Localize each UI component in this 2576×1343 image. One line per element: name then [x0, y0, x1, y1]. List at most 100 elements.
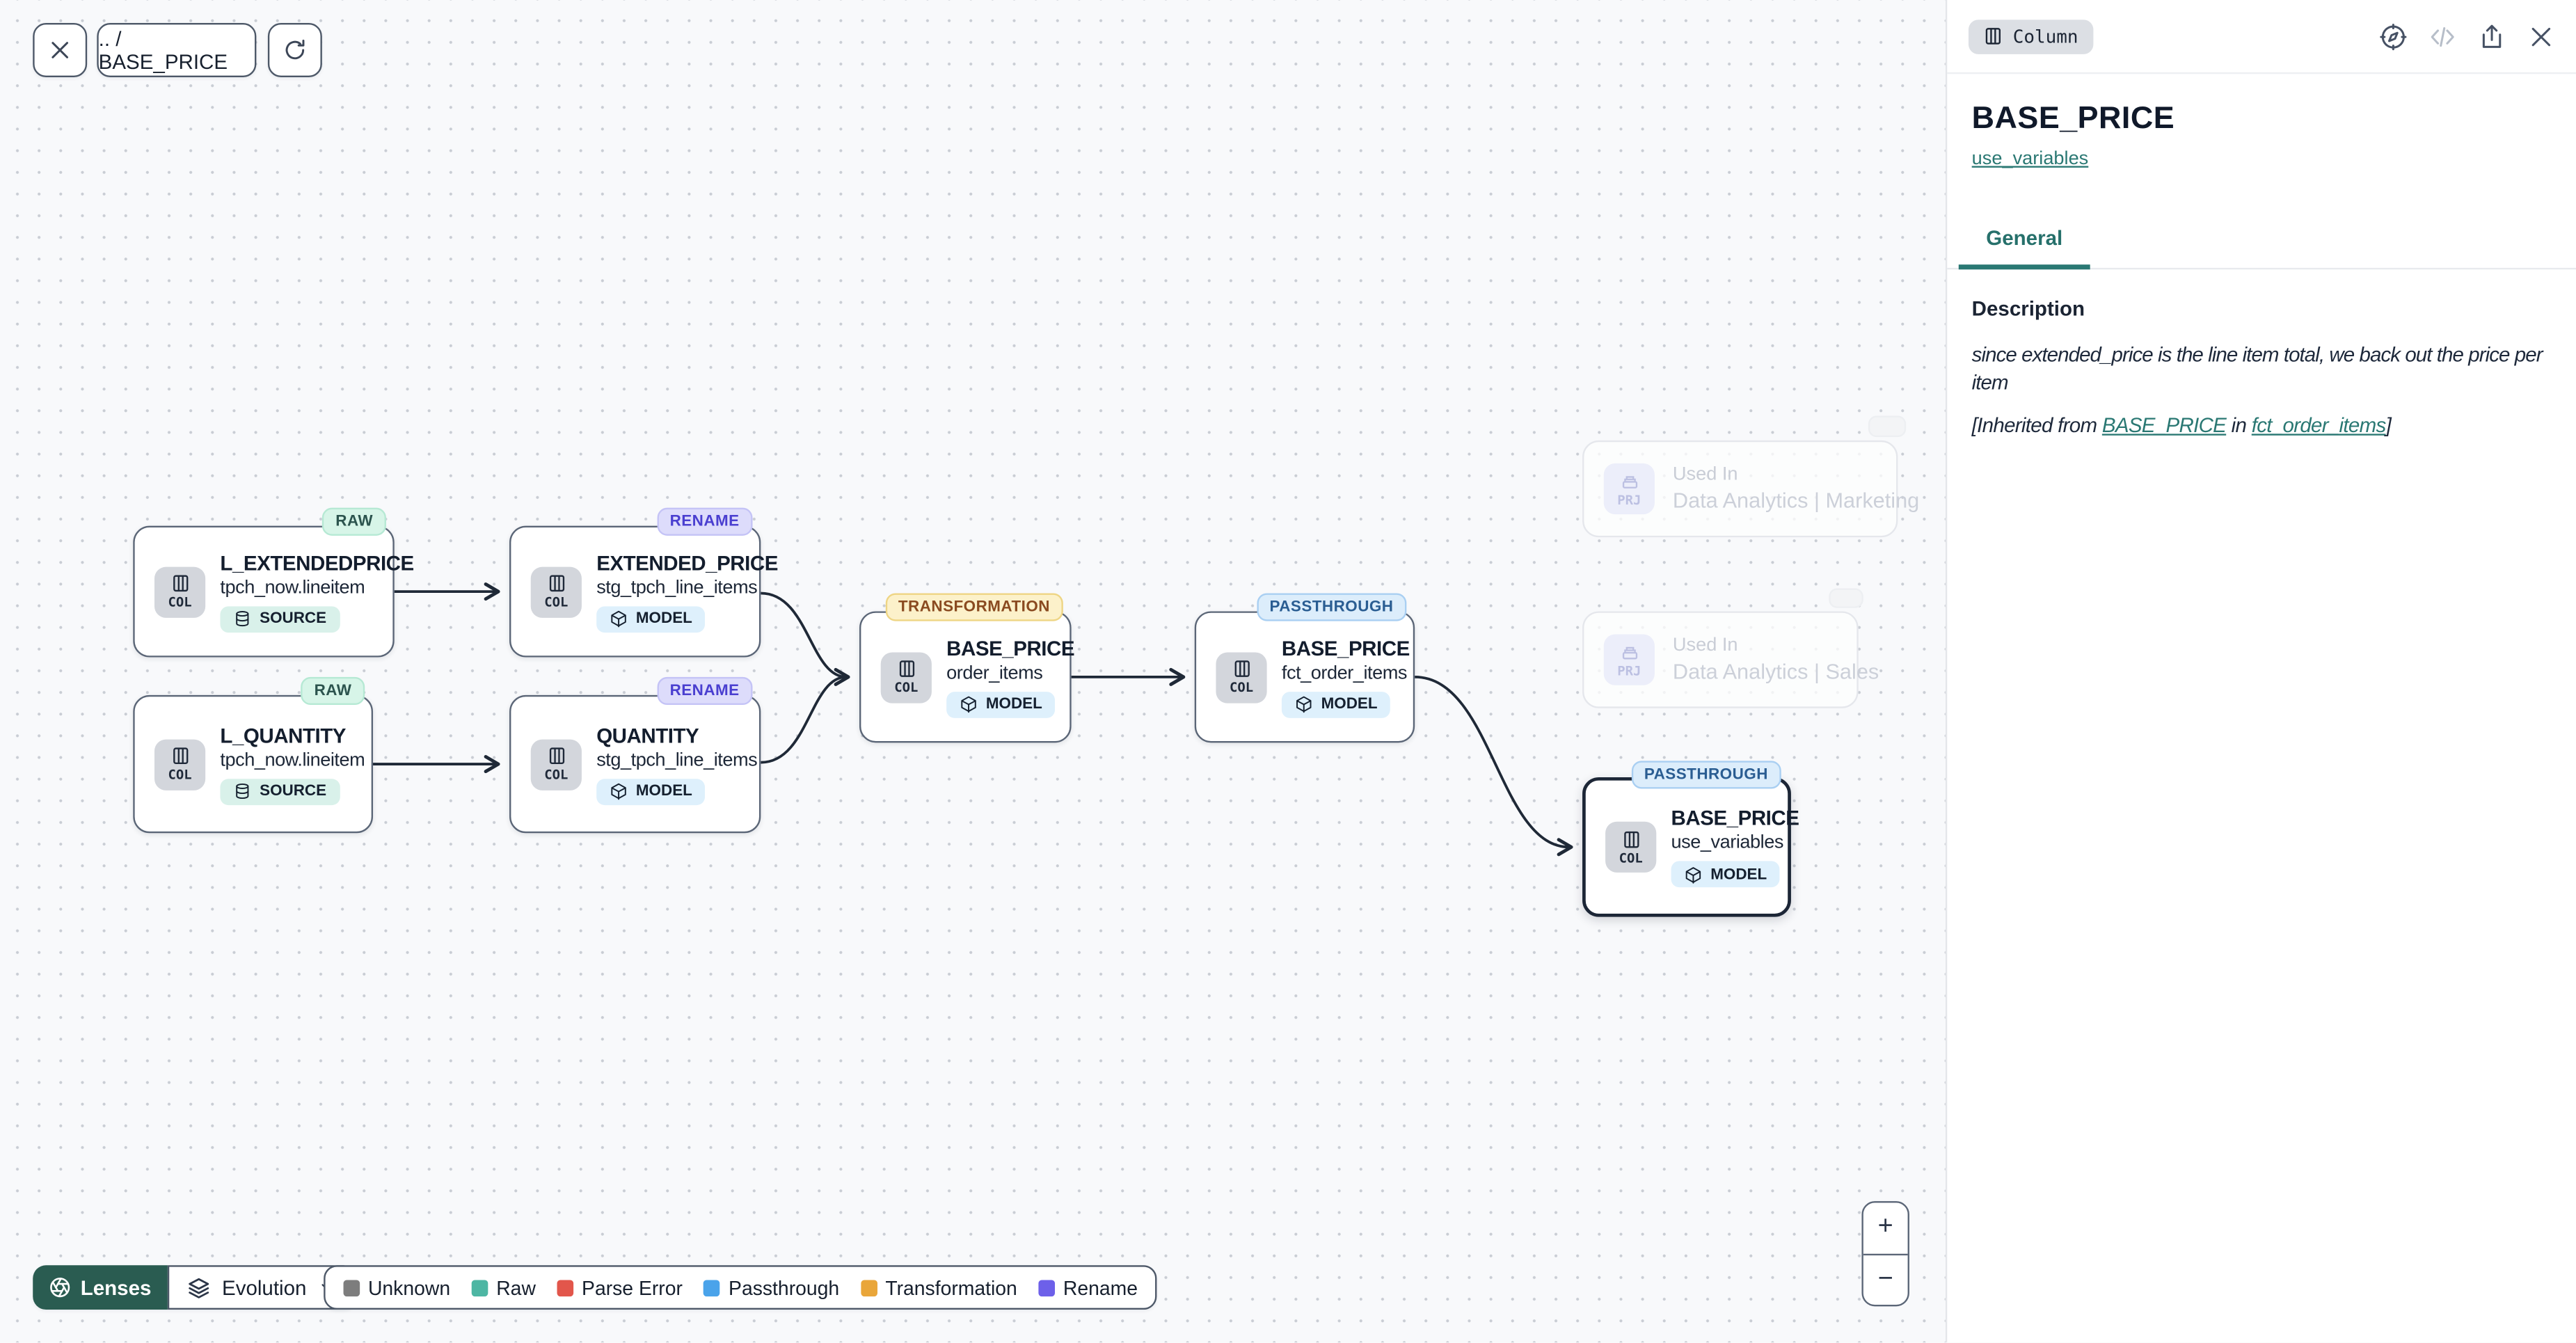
- inherited-model-link[interactable]: fct_order_items: [2252, 413, 2386, 436]
- node-subtitle: tpch_now.lineitem: [220, 578, 392, 597]
- ghost-node-label: Used In: [1673, 636, 1879, 655]
- legend-item-parse-error: Parse Error: [557, 1276, 683, 1299]
- project-type-icon: PRJ: [1604, 463, 1655, 514]
- ghost-badge: [1868, 415, 1906, 437]
- lenses-button[interactable]: Lenses: [33, 1265, 168, 1310]
- node-title: EXTENDED_PRICE: [596, 551, 759, 574]
- zoom-out-button[interactable]: −: [1863, 1253, 1908, 1305]
- node-subtitle: use_variables: [1671, 833, 1788, 852]
- zoom-controls: + −: [1861, 1201, 1909, 1306]
- lineage-node-l-extendedprice[interactable]: RAW COL L_EXTENDEDPRICE tpch_now.lineite…: [133, 526, 394, 658]
- legend-swatch: [1039, 1279, 1056, 1296]
- lineage-type-badge: RAW: [301, 677, 365, 705]
- model-cube-icon: [1295, 695, 1313, 713]
- project-type-icon: PRJ: [1604, 635, 1655, 685]
- legend-swatch: [344, 1279, 360, 1296]
- panel-tabs: General: [1947, 212, 2576, 270]
- share-icon[interactable]: [2478, 22, 2506, 50]
- ghost-node-used-in-sales[interactable]: PRJ Used In Data Analytics | Sales: [1582, 611, 1859, 708]
- lineage-node-extended-price[interactable]: RENAME COL EXTENDED_PRICE stg_tpch_line_…: [509, 526, 761, 658]
- column-icon: [170, 573, 189, 593]
- close-panel-icon[interactable]: [2527, 22, 2555, 50]
- legend-item-passthrough: Passthrough: [704, 1276, 840, 1299]
- column-icon: [896, 659, 916, 678]
- model-cube-icon: [960, 695, 978, 713]
- lineage-canvas[interactable]: .. / BASE_PRICE PRJ Used In Data Analyti…: [0, 0, 1946, 1343]
- node-title: BASE_PRICE: [946, 637, 1070, 660]
- lineage-type-badge: PASSTHROUGH: [1257, 593, 1407, 621]
- legend-swatch: [472, 1279, 488, 1296]
- breadcrumb[interactable]: .. / BASE_PRICE: [97, 23, 256, 77]
- node-title: BASE_PRICE: [1282, 637, 1410, 660]
- model-cube-icon: [610, 782, 628, 800]
- lenses-bar: Lenses Evolution: [33, 1265, 356, 1310]
- ghost-node-label: Used In: [1673, 465, 1919, 484]
- tab-general[interactable]: General: [1959, 212, 2090, 268]
- close-icon: [47, 38, 72, 62]
- lineage-node-quantity[interactable]: RENAME COL QUANTITY stg_tpch_line_items …: [509, 695, 761, 833]
- lineage-node-base-price-fct-order-items[interactable]: PASSTHROUGH COL BASE_PRICE fct_order_ite…: [1195, 611, 1415, 742]
- lineage-type-badge: RENAME: [657, 508, 753, 536]
- column-icon: [546, 746, 566, 765]
- legend-swatch: [704, 1279, 721, 1296]
- node-kind-badge: MODEL: [596, 605, 706, 632]
- compass-icon[interactable]: [2379, 22, 2407, 50]
- node-kind-badge: SOURCE: [220, 778, 340, 804]
- node-title: L_EXTENDEDPRICE: [220, 551, 392, 574]
- refresh-button[interactable]: [268, 23, 322, 77]
- column-type-icon: COL: [881, 651, 932, 702]
- entity-type-badge: Column: [1969, 19, 2093, 54]
- model-cube-icon: [610, 610, 628, 628]
- ghost-node-name: Data Analytics | Sales: [1673, 659, 1879, 683]
- node-subtitle: tpch_now.lineitem: [220, 750, 365, 770]
- legend-item-transformation: Transformation: [861, 1276, 1017, 1299]
- lineage-type-badge: RAW: [322, 508, 386, 536]
- database-icon: [233, 782, 251, 800]
- node-kind-badge: MODEL: [1282, 691, 1391, 717]
- node-kind-badge: MODEL: [946, 691, 1056, 717]
- description-text: since extended_price is the line item to…: [1972, 342, 2547, 397]
- column-icon: [546, 573, 566, 593]
- aperture-icon: [49, 1277, 71, 1298]
- column-type-icon: COL: [154, 566, 205, 617]
- legend-swatch: [861, 1279, 877, 1296]
- inherited-column-link[interactable]: BASE_PRICE: [2102, 413, 2226, 436]
- column-icon: [170, 746, 189, 765]
- legend-item-rename: Rename: [1039, 1276, 1138, 1299]
- column-icon: [1232, 659, 1251, 678]
- lineage-node-base-price-use-variables[interactable]: PASSTHROUGH COL BASE_PRICE use_variables…: [1582, 777, 1791, 917]
- node-subtitle: stg_tpch_line_items: [596, 578, 759, 597]
- node-kind-badge: MODEL: [596, 778, 706, 804]
- lineage-node-l-quantity[interactable]: RAW COL L_QUANTITY tpch_now.lineitem SOU…: [133, 695, 373, 833]
- column-type-icon: COL: [531, 738, 582, 789]
- lenses-label: Lenses: [81, 1276, 152, 1299]
- refresh-icon: [283, 38, 307, 62]
- node-title: BASE_PRICE: [1671, 806, 1788, 829]
- lineage-node-base-price-order-items[interactable]: TRANSFORMATION COL BASE_PRICE order_item…: [859, 611, 1072, 742]
- node-kind-badge: SOURCE: [220, 605, 340, 632]
- model-cube-icon: [1684, 865, 1702, 883]
- breadcrumb-label: .. / BASE_PRICE: [99, 27, 255, 73]
- ghost-node-used-in-marketing[interactable]: PRJ Used In Data Analytics | Marketing: [1582, 440, 1898, 537]
- lineage-legend: Unknown Raw Parse Error Passthrough Tran…: [324, 1265, 1157, 1310]
- inherited-note: [Inherited from BASE_PRICE in fct_order_…: [1972, 413, 2552, 436]
- column-type-icon: COL: [531, 566, 582, 617]
- panel-title: BASE_PRICE: [1972, 102, 2552, 138]
- column-icon: [1983, 26, 2003, 46]
- layers-icon: [187, 1276, 210, 1299]
- node-subtitle: stg_tpch_line_items: [596, 750, 757, 770]
- column-type-icon: COL: [1605, 822, 1656, 873]
- lens-mode-label: Evolution: [222, 1276, 306, 1299]
- panel-actions: [2379, 22, 2555, 50]
- zoom-in-button[interactable]: +: [1863, 1203, 1908, 1253]
- description-label: Description: [1972, 297, 2552, 320]
- legend-item-unknown: Unknown: [344, 1276, 451, 1299]
- legend-item-raw: Raw: [472, 1276, 536, 1299]
- code-icon[interactable]: [2428, 22, 2456, 50]
- ghost-badge: [1829, 588, 1863, 607]
- model-link[interactable]: use_variables: [1972, 150, 2089, 169]
- close-lineage-button[interactable]: [33, 23, 87, 77]
- project-icon: [1619, 642, 1639, 661]
- ghost-node-name: Data Analytics | Marketing: [1673, 488, 1919, 512]
- lineage-type-badge: PASSTHROUGH: [1631, 761, 1781, 788]
